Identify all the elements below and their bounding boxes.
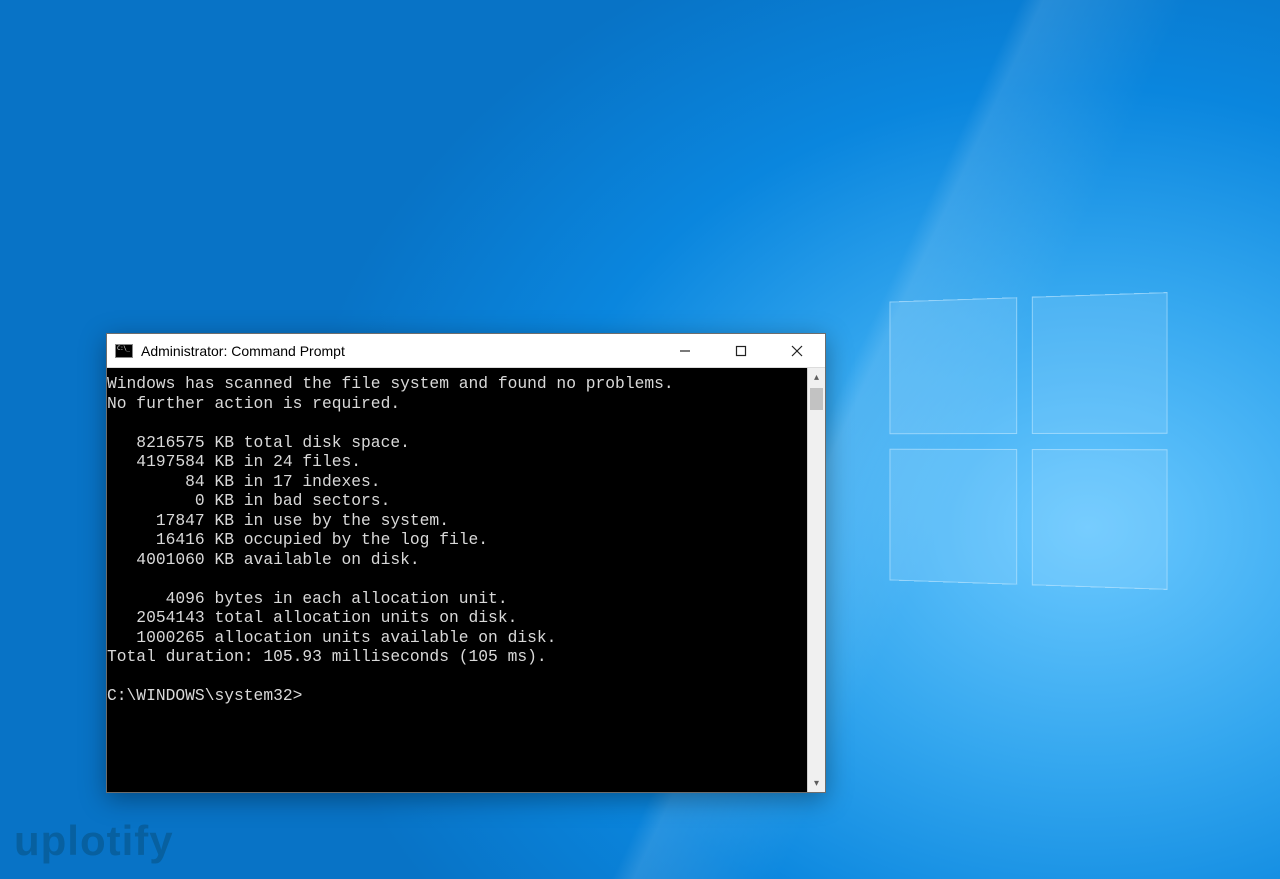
desktop-background[interactable]: Administrator: Command Prompt Windows ha…	[0, 0, 1280, 879]
watermark-text: uplotify	[14, 817, 174, 865]
cmd-icon	[115, 344, 133, 358]
windows-logo	[890, 292, 1168, 590]
terminal-output[interactable]: Windows has scanned the file system and …	[107, 368, 807, 792]
titlebar[interactable]: Administrator: Command Prompt	[107, 334, 825, 368]
scroll-track[interactable]	[808, 386, 825, 774]
maximize-button[interactable]	[713, 334, 769, 367]
scrollbar[interactable]: ▴ ▾	[807, 368, 825, 792]
minimize-button[interactable]	[657, 334, 713, 367]
scroll-thumb[interactable]	[810, 388, 823, 410]
terminal-area: Windows has scanned the file system and …	[107, 368, 825, 792]
window-controls	[657, 334, 825, 367]
command-prompt-window: Administrator: Command Prompt Windows ha…	[106, 333, 826, 793]
window-title: Administrator: Command Prompt	[141, 343, 657, 359]
close-button[interactable]	[769, 334, 825, 367]
scroll-down-icon[interactable]: ▾	[808, 774, 825, 792]
scroll-up-icon[interactable]: ▴	[808, 368, 825, 386]
